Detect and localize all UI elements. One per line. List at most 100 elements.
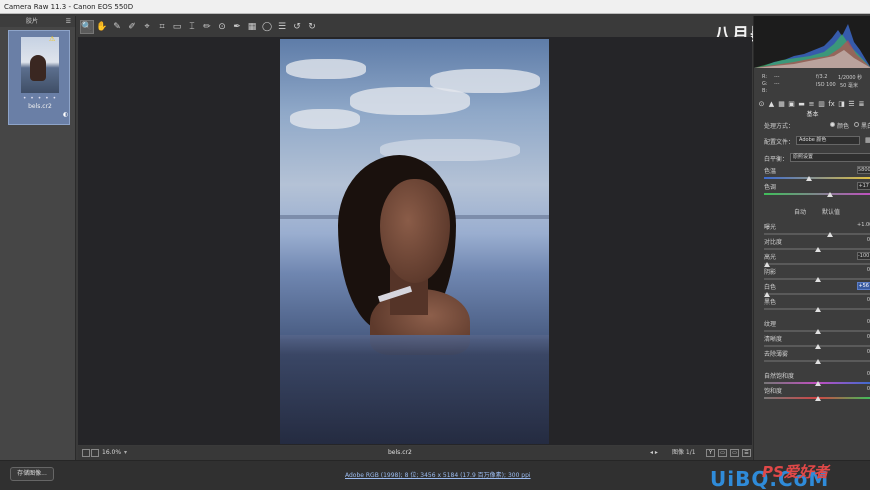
save-image-button[interactable]: 存储图像...	[10, 467, 54, 481]
clarity-label: 清晰度	[764, 336, 783, 343]
image-counter: 图像 1/1	[672, 449, 696, 456]
saturation-value[interactable]: 0	[857, 386, 870, 394]
aperture-value: f/3.2	[816, 74, 828, 80]
clarity-row: 清晰度 0	[764, 334, 870, 344]
panel-tab-0-icon[interactable]: ⊙	[757, 100, 766, 108]
processing-label: 处理方式：	[764, 123, 795, 130]
blacks-value[interactable]: 0	[857, 297, 870, 305]
hand-tool-icon[interactable]: ✋	[95, 20, 109, 34]
rotate-right-icon[interactable]: ↻	[305, 20, 319, 34]
vibrance-value[interactable]: 0	[857, 371, 870, 379]
dehaze-slider-thumb[interactable]	[815, 359, 821, 364]
exposure-value[interactable]: +1.00	[857, 222, 870, 230]
shadows-label: 阴影	[764, 269, 777, 276]
saturation-slider-thumb[interactable]	[815, 396, 821, 401]
spot-removal-tool-icon[interactable]: ✏	[200, 20, 214, 34]
zoom-dropdown-icon[interactable]: ▾	[124, 446, 127, 460]
auto-button[interactable]: 自动	[794, 207, 806, 216]
dehaze-label: 去除薄雾	[764, 351, 789, 358]
whites-slider-track[interactable]	[764, 293, 870, 295]
blacks-slider-thumb[interactable]	[815, 307, 821, 312]
tint-value[interactable]: +17	[857, 182, 870, 190]
straighten-tool-icon[interactable]: ▭	[170, 20, 184, 34]
contrast-row: 对比度 0	[764, 237, 870, 247]
temp-value[interactable]: 5800	[857, 166, 870, 174]
rating-stars[interactable]: • • • • •	[9, 95, 71, 102]
highlights-value[interactable]: -100	[857, 252, 870, 260]
tint-slider-thumb[interactable]	[827, 192, 833, 197]
whites-label: 白色	[764, 284, 777, 291]
panel-tab-7-icon[interactable]: fx	[827, 100, 836, 108]
cloud	[430, 69, 540, 93]
warning-icon: ⚠	[49, 35, 56, 43]
panel-tab-4-icon[interactable]: ▬	[797, 100, 806, 108]
whites-value[interactable]: +56	[857, 282, 870, 290]
profile-dropdown[interactable]: Adobe 颜色	[796, 136, 860, 145]
filmstrip-header: 胶片 ☰	[0, 16, 75, 27]
default-button[interactable]: 默认值	[822, 207, 840, 216]
filmstrip-menu-icon[interactable]: ☰	[66, 16, 71, 27]
tint-slider-track[interactable]	[764, 193, 870, 195]
preview-canvas[interactable]	[78, 37, 752, 445]
compare-view-button[interactable]: ▭	[718, 449, 727, 457]
bw-radio-label: 黑白	[861, 123, 870, 130]
filmstrip-thumbnail[interactable]: ⚠ • • • • • bels.cr2 ◐	[8, 30, 70, 125]
temp-slider-thumb[interactable]	[806, 176, 812, 181]
highlights-slider-track[interactable]	[764, 263, 870, 265]
swap-view-button[interactable]: ▭	[730, 449, 739, 457]
shadows-value[interactable]: 0	[857, 267, 870, 275]
red-eye-tool-icon[interactable]: ⊙	[215, 20, 229, 34]
saturation-row: 饱和度 0	[764, 386, 870, 396]
profile-browser-icon[interactable]: ▦	[865, 136, 870, 144]
panel-tab-6-icon[interactable]: ▥	[817, 100, 826, 108]
adjustment-panel: R: G: B: --- --- f/3.2 1/2000 秒 ISO 100 …	[753, 16, 870, 460]
adjustment-brush-icon[interactable]: ✒	[230, 20, 244, 34]
contrast-value[interactable]: 0	[857, 237, 870, 245]
white-balance-dropdown[interactable]: 原照设置	[790, 153, 870, 162]
white-balance-tool-icon[interactable]: ✎	[110, 20, 124, 34]
shadows-row: 阴影 0	[764, 267, 870, 277]
b-readout: B:	[762, 88, 768, 94]
highlights-row: 高光 -100	[764, 252, 870, 262]
panel-tab-1-icon[interactable]: ▲	[767, 100, 776, 108]
panel-tab-3-icon[interactable]: ▣	[787, 100, 796, 108]
filmstrip-title: 胶片	[26, 18, 39, 25]
radial-filter-icon[interactable]: ◯	[260, 20, 274, 34]
graduated-filter-icon[interactable]: ▦	[245, 20, 259, 34]
preferences-icon[interactable]: ☰	[275, 20, 289, 34]
panel-tab-9-icon[interactable]: ☰	[847, 100, 856, 108]
image-nav-arrows-icon[interactable]: ◂ ▸	[650, 446, 658, 460]
r-value: ---	[774, 74, 780, 80]
bw-radio[interactable]	[854, 122, 859, 127]
transform-tool-icon[interactable]: ⌶	[185, 20, 199, 34]
workflow-options-link[interactable]: Adobe RGB (1998); 8 位; 3456 x 5184 (17.9…	[345, 470, 531, 479]
tint-label: 色调	[764, 184, 777, 191]
crop-tool-icon[interactable]: ⌗	[155, 20, 169, 34]
panel-tab-8-icon[interactable]: ◨	[837, 100, 846, 108]
dehaze-value[interactable]: 0	[857, 349, 870, 357]
clarity-value[interactable]: 0	[857, 334, 870, 342]
current-filename: bels.cr2	[388, 449, 412, 456]
targeted-adjustment-tool-icon[interactable]: ⌖	[140, 20, 154, 34]
panel-tab-10-icon[interactable]: ≣	[857, 100, 866, 108]
before-after-toggle-button[interactable]: Y	[706, 449, 715, 457]
color-sampler-tool-icon[interactable]: ✐	[125, 20, 139, 34]
rotate-left-icon[interactable]: ↺	[290, 20, 304, 34]
cloud	[290, 109, 360, 129]
texture-label: 纹理	[764, 321, 777, 328]
panel-tab-5-icon[interactable]: ≡	[807, 100, 816, 108]
exposure-slider-track[interactable]	[764, 233, 870, 235]
color-radio[interactable]	[830, 122, 835, 127]
zoom-in-button[interactable]	[91, 449, 99, 457]
texture-value[interactable]: 0	[857, 319, 870, 327]
panel-tab-2-icon[interactable]: ▦	[777, 100, 786, 108]
zoom-level[interactable]: 16.0%	[102, 446, 121, 460]
thumbnail-subject	[30, 55, 46, 81]
zoom-out-button[interactable]	[82, 449, 90, 457]
vibrance-row: 自然饱和度 0	[764, 371, 870, 381]
filmstrip-panel: 胶片 ☰ ⚠ • • • • • bels.cr2 ◐	[0, 16, 76, 460]
canvas-status-bar: 16.0% ▾ bels.cr2 ◂ ▸ 图像 1/1 Y ▭ ▭ ☰	[78, 446, 752, 460]
zoom-tool-icon[interactable]: 🔍	[80, 20, 94, 34]
view-settings-button[interactable]: ☰	[742, 449, 751, 457]
temp-slider-track[interactable]	[764, 177, 870, 179]
